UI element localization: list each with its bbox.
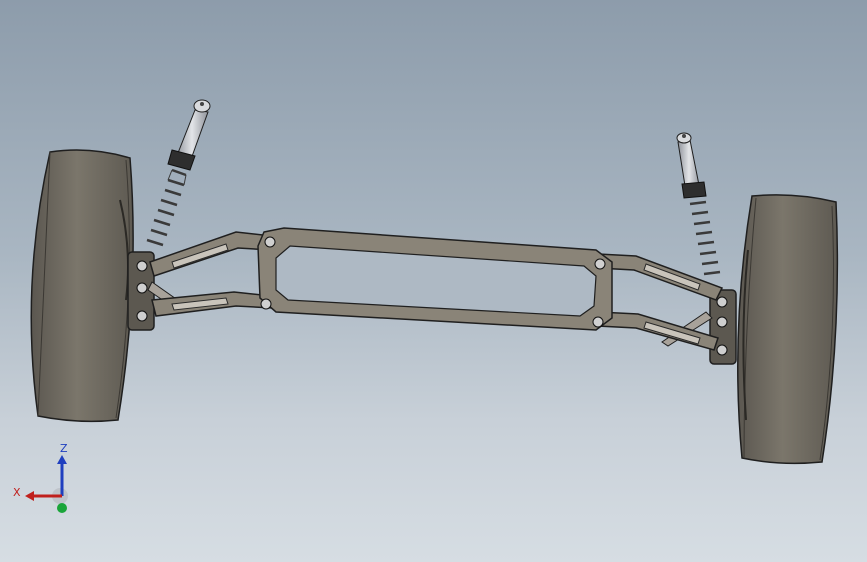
- center-frame-plate[interactable]: [257, 227, 613, 331]
- suspension-model[interactable]: [0, 0, 867, 562]
- coil-spring-left[interactable]: [146, 168, 187, 247]
- y-axis-dot: [57, 503, 67, 513]
- coil-spring-right[interactable]: [689, 200, 721, 276]
- shock-absorber-left[interactable]: [167, 99, 211, 171]
- graphics-viewport[interactable]: Z X: [0, 0, 867, 562]
- tire-right[interactable]: [737, 194, 839, 465]
- coordinate-triad: Z X: [13, 442, 68, 513]
- x-axis-label: X: [13, 486, 21, 499]
- shock-absorber-right[interactable]: [676, 132, 707, 199]
- tire-left[interactable]: [30, 149, 134, 423]
- z-axis-label: Z: [60, 442, 68, 455]
- upper-control-arm-left[interactable]: [149, 231, 273, 277]
- upper-control-arm-right[interactable]: [597, 253, 724, 301]
